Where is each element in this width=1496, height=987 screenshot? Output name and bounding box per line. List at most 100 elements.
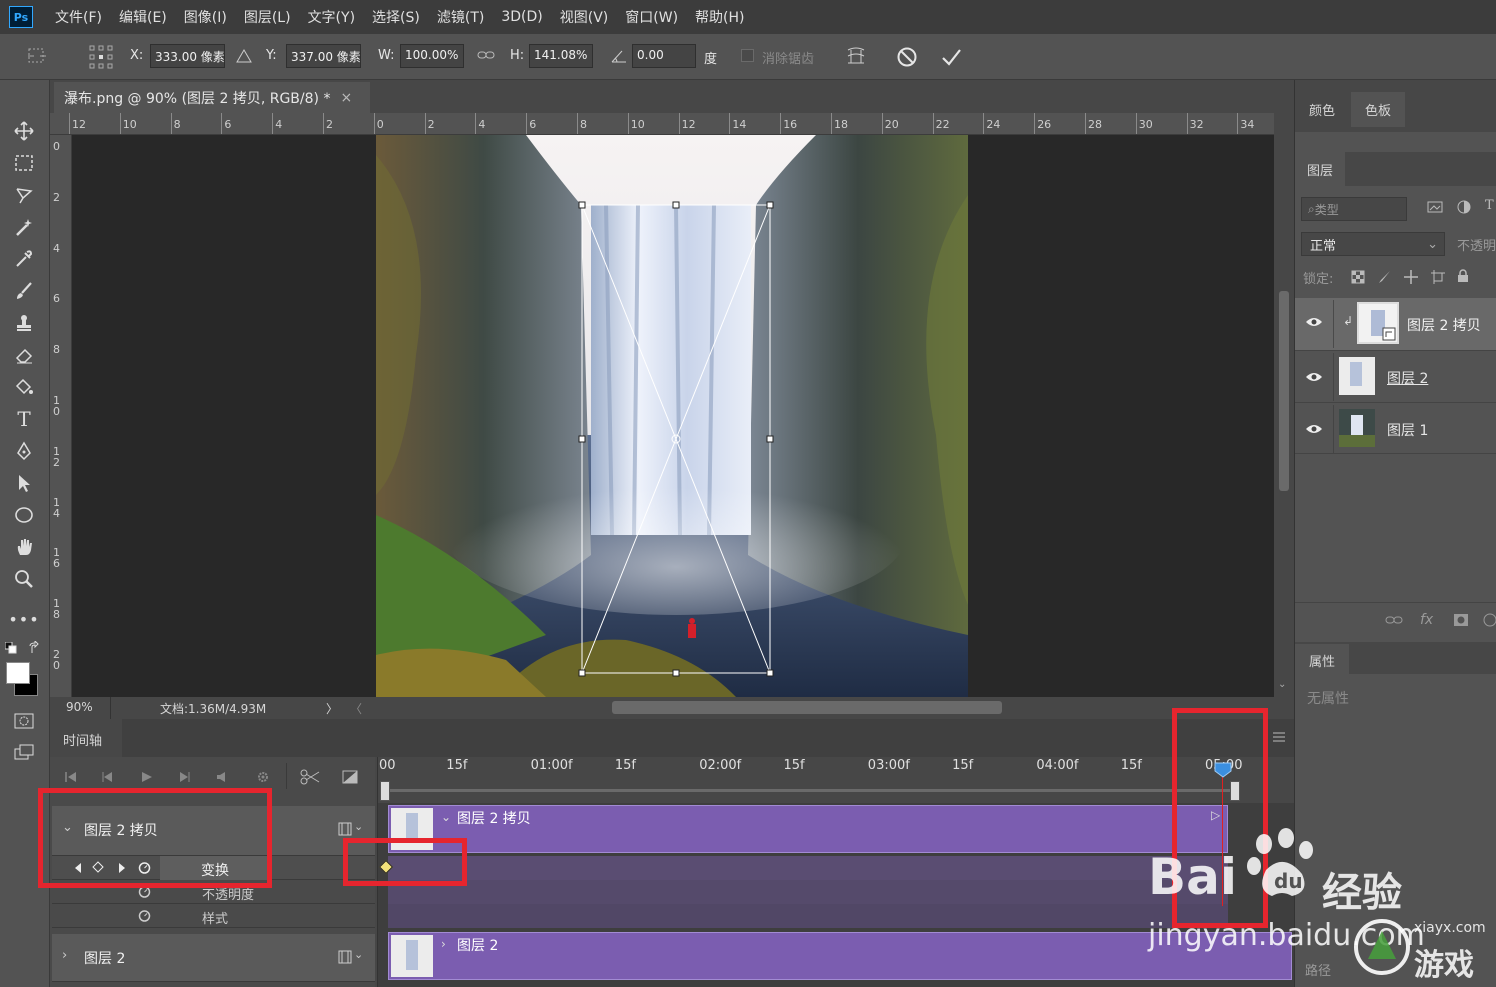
- menu-filter[interactable]: 滤镜(T): [437, 7, 484, 27]
- y-field[interactable]: 337.00 像素: [286, 44, 361, 68]
- marquee-tool-icon[interactable]: [10, 150, 38, 176]
- horizontal-scroll-thumb[interactable]: [612, 701, 1002, 714]
- menu-help[interactable]: 帮助(H): [695, 7, 744, 27]
- layer-row[interactable]: ↲ 图层 2 拷贝: [1295, 298, 1496, 350]
- swap-colors-icon[interactable]: [28, 641, 42, 655]
- zoom-level[interactable]: 90%: [66, 700, 93, 714]
- menu-file[interactable]: 文件(F): [55, 7, 102, 27]
- keyframe-lane[interactable]: [388, 856, 1228, 880]
- filter-type-icon[interactable]: T: [1485, 198, 1494, 213]
- filter-adjustment-icon[interactable]: [1457, 200, 1471, 214]
- layer-name[interactable]: 图层 2 拷贝: [1407, 315, 1481, 335]
- zoom-tool-icon[interactable]: [10, 566, 38, 592]
- document-tab[interactable]: 瀑布.png @ 90% (图层 2 拷贝, RGB/8) * ×: [54, 82, 370, 113]
- tab-color[interactable]: 颜色: [1297, 94, 1347, 125]
- layer-name[interactable]: 图层 1: [1387, 420, 1428, 440]
- more-tools-icon[interactable]: •••: [8, 606, 38, 632]
- expand-chevron-icon[interactable]: ›: [441, 937, 446, 951]
- chevron-down-icon[interactable]: ⌄: [441, 810, 451, 824]
- adjustment-layer-icon[interactable]: [1483, 613, 1496, 627]
- track-header[interactable]: › 图层 2 ⌄: [52, 934, 375, 982]
- cancel-transform-icon[interactable]: [896, 46, 918, 68]
- paint-bucket-tool-icon[interactable]: [10, 374, 38, 400]
- lock-all-icon[interactable]: [1457, 269, 1469, 283]
- layer-row[interactable]: 图层 2: [1295, 350, 1496, 402]
- type-tool-icon[interactable]: T: [10, 406, 38, 432]
- eyedropper-tool-icon[interactable]: [10, 246, 38, 272]
- panel-menu-icon[interactable]: [1272, 731, 1286, 743]
- chevron-down-icon[interactable]: ⌄: [354, 820, 363, 833]
- app-logo[interactable]: Ps: [9, 6, 33, 28]
- layer-row[interactable]: 图层 1: [1295, 402, 1496, 454]
- split-scissors-icon[interactable]: [300, 769, 320, 785]
- path-selection-tool-icon[interactable]: [10, 470, 38, 496]
- lasso-tool-icon[interactable]: [10, 182, 38, 208]
- link-icon[interactable]: [477, 48, 495, 62]
- foreground-color-swatch[interactable]: [6, 662, 30, 684]
- work-area-bar[interactable]: [390, 789, 1230, 792]
- time-ruler[interactable]: 00 15f 01:00f 15f 02:00f 15f 03:00f 15f 04:00f 15…: [377, 757, 1274, 803]
- x-field[interactable]: 333.00 像素: [150, 44, 225, 68]
- next-frame-icon[interactable]: [178, 771, 192, 783]
- play-icon[interactable]: [140, 771, 154, 783]
- ellipse-tool-icon[interactable]: [10, 502, 38, 528]
- paths-tab[interactable]: 路径: [1305, 960, 1331, 979]
- expand-chevron-icon[interactable]: ›: [62, 948, 67, 963]
- hscroll-left-arrow[interactable]: 〈: [350, 700, 362, 717]
- stopwatch-icon[interactable]: [138, 909, 151, 922]
- menu-select[interactable]: 选择(S): [372, 7, 420, 27]
- scroll-down-arrow-icon[interactable]: ⌄: [1278, 679, 1286, 690]
- lock-artboard-icon[interactable]: [1431, 270, 1445, 284]
- menu-type[interactable]: 文字(Y): [308, 7, 355, 27]
- move-tool-icon[interactable]: [10, 118, 38, 144]
- tab-layers[interactable]: 图层: [1295, 152, 1346, 187]
- default-colors-icon[interactable]: [5, 642, 17, 654]
- blend-mode-select[interactable]: 正常 ⌄: [1301, 232, 1445, 256]
- track-name[interactable]: 图层 2: [84, 948, 125, 968]
- layer-filter-select[interactable]: ⌕ 类型: [1301, 197, 1407, 221]
- scroll-thumb[interactable]: [1279, 291, 1289, 491]
- film-strip-icon[interactable]: [338, 950, 352, 964]
- lock-pixels-icon[interactable]: [1377, 270, 1391, 284]
- link-layers-icon[interactable]: [1385, 614, 1403, 626]
- fx-icon[interactable]: fx: [1420, 612, 1433, 628]
- transform-tool-icon[interactable]: [26, 46, 48, 66]
- hand-tool-icon[interactable]: [10, 534, 38, 560]
- tab-timeline[interactable]: 时间轴: [50, 719, 122, 757]
- w-field[interactable]: 100.00%: [400, 44, 464, 68]
- previous-frame-icon[interactable]: [100, 771, 114, 783]
- commit-transform-icon[interactable]: [940, 46, 962, 68]
- relative-position-icon[interactable]: [236, 48, 252, 64]
- antialias-checkbox[interactable]: [741, 49, 754, 62]
- warp-icon[interactable]: [845, 45, 867, 67]
- visibility-eye-icon[interactable]: [1305, 316, 1323, 328]
- screen-mode-icon[interactable]: [10, 740, 38, 766]
- audio-icon[interactable]: [216, 771, 230, 783]
- brush-tool-icon[interactable]: [10, 278, 38, 304]
- menu-view[interactable]: 视图(V): [560, 7, 609, 27]
- opacity-lane[interactable]: [388, 880, 1228, 904]
- chevron-down-icon[interactable]: ⌄: [354, 948, 363, 961]
- property-row[interactable]: 样式: [52, 904, 375, 928]
- work-area-start-handle[interactable]: [380, 781, 390, 801]
- style-lane[interactable]: [388, 904, 1228, 928]
- angle-field[interactable]: 0.00: [632, 44, 696, 68]
- visibility-eye-icon[interactable]: [1305, 371, 1323, 383]
- add-mask-icon[interactable]: [1453, 613, 1469, 627]
- tab-properties[interactable]: 属性: [1295, 644, 1350, 677]
- menu-3d[interactable]: 3D(D): [501, 9, 542, 25]
- lock-position-icon[interactable]: [1403, 269, 1419, 285]
- go-to-first-frame-icon[interactable]: [64, 771, 78, 783]
- quick-selection-tool-icon[interactable]: [10, 214, 38, 240]
- status-menu-arrow[interactable]: 〉: [326, 700, 338, 717]
- video-clip[interactable]: ⌄ 图层 2 拷贝 ▷: [388, 805, 1228, 853]
- layer-name[interactable]: 图层 2: [1387, 368, 1428, 388]
- close-tab-icon[interactable]: ×: [340, 90, 352, 106]
- pen-tool-icon[interactable]: [10, 438, 38, 464]
- stamp-tool-icon[interactable]: [10, 310, 38, 336]
- lock-transparent-icon[interactable]: [1351, 270, 1365, 284]
- transition-icon[interactable]: [342, 770, 358, 784]
- menu-window[interactable]: 窗口(W): [625, 7, 678, 27]
- h-field[interactable]: 141.08%: [529, 44, 593, 68]
- film-strip-icon[interactable]: [338, 822, 352, 836]
